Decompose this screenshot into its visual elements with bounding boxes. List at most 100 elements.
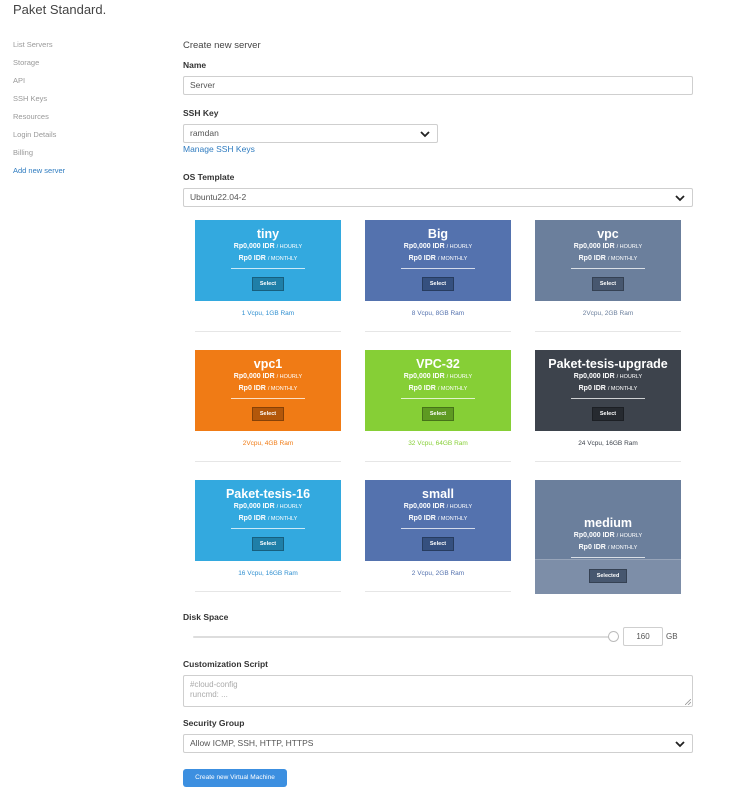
plan-selected-button[interactable]: Selected bbox=[588, 569, 628, 583]
plan-small[interactable]: small Rp0,000 IDR / HOURLY Rp0 IDR / MONTH… bbox=[365, 480, 511, 592]
plan-card[interactable]: vpc Rp0,000 IDR / HOURLY Rp0 IDR / MONTHLY… bbox=[535, 220, 681, 301]
sidebar-item-resources[interactable]: Resources bbox=[13, 112, 163, 130]
plan-spec: 2 Vcpu, 2GB Ram bbox=[411, 570, 465, 577]
name-input[interactable]: Server bbox=[183, 76, 693, 95]
price-divider bbox=[401, 528, 475, 529]
plan-card[interactable]: Paket-tesis-16 Rp0,000 IDR / HOURLY Rp0 ID… bbox=[195, 480, 341, 561]
sidebar-item-api[interactable]: API bbox=[13, 76, 163, 94]
custom-script-label: Customization Script bbox=[183, 659, 269, 669]
plan-hourly-price: Rp0,000 IDR / HOURLY bbox=[365, 241, 511, 253]
plan-select-button[interactable]: Select bbox=[421, 537, 455, 551]
sidebar-item-add-new-server[interactable]: Add new server bbox=[13, 166, 163, 184]
plan-separator bbox=[535, 331, 681, 332]
hourly-price-value: Rp0,000 IDR bbox=[573, 532, 615, 539]
disk-space-label: Disk Space bbox=[183, 612, 229, 622]
resize-grip-icon[interactable] bbox=[685, 699, 691, 705]
plan-hourly-price: Rp0,000 IDR / HOURLY bbox=[535, 530, 681, 542]
disk-space-slider-track[interactable] bbox=[193, 636, 613, 638]
plan-paket-tesis-upgrade[interactable]: Paket-tesis-upgrade Rp0,000 IDR / HOURLY R… bbox=[535, 350, 681, 462]
monthly-unit: / MONTHLY bbox=[607, 545, 638, 551]
plan-monthly-price: Rp0 IDR / MONTHLY bbox=[195, 513, 341, 525]
manage-ssh-keys-link[interactable]: Manage SSH Keys bbox=[183, 144, 255, 154]
plan-select-button[interactable]: Select bbox=[591, 407, 625, 421]
plan-paket-tesis-16[interactable]: Paket-tesis-16 Rp0,000 IDR / HOURLY Rp0 ID… bbox=[195, 480, 341, 592]
plan-separator bbox=[365, 331, 511, 332]
plan-big[interactable]: Big Rp0,000 IDR / HOURLY Rp0 IDR / MONTHLY… bbox=[365, 220, 511, 332]
plan-select-button[interactable]: Select bbox=[251, 277, 285, 291]
plan-select-button[interactable]: Select bbox=[421, 277, 455, 291]
hourly-unit: / HOURLY bbox=[446, 374, 473, 380]
monthly-unit: / MONTHLY bbox=[437, 386, 468, 392]
plan-vpc-32[interactable]: VPC-32 Rp0,000 IDR / HOURLY Rp0 IDR / MONT… bbox=[365, 350, 511, 462]
sidebar-item-billing[interactable]: Billing bbox=[13, 148, 163, 166]
price-divider bbox=[231, 268, 305, 269]
monthly-unit: / MONTHLY bbox=[607, 256, 638, 262]
hourly-unit: / HOURLY bbox=[446, 504, 473, 510]
plan-separator bbox=[535, 461, 681, 462]
plan-select-button[interactable]: Select bbox=[251, 537, 285, 551]
plan-hourly-price: Rp0,000 IDR / HOURLY bbox=[365, 371, 511, 383]
plan-card[interactable]: VPC-32 Rp0,000 IDR / HOURLY Rp0 IDR / MONT… bbox=[365, 350, 511, 431]
monthly-price-value: Rp0 IDR bbox=[238, 385, 266, 392]
price-divider bbox=[231, 398, 305, 399]
plan-tiny[interactable]: tiny Rp0,000 IDR / HOURLY Rp0 IDR / MONTHL… bbox=[195, 220, 341, 332]
plan-hourly-price: Rp0,000 IDR / HOURLY bbox=[195, 371, 341, 383]
plan-separator bbox=[365, 591, 511, 592]
sidebar-item-list-servers[interactable]: List Servers bbox=[13, 40, 163, 58]
monthly-price-value: Rp0 IDR bbox=[578, 385, 606, 392]
plan-vpc1[interactable]: vpc1 Rp0,000 IDR / HOURLY Rp0 IDR / MONTHL… bbox=[195, 350, 341, 462]
plan-name: Big bbox=[427, 227, 449, 241]
sidebar-item-ssh-keys[interactable]: SSH Keys bbox=[13, 94, 163, 112]
price-divider bbox=[401, 398, 475, 399]
monthly-price-value: Rp0 IDR bbox=[408, 255, 436, 262]
hourly-unit: / HOURLY bbox=[276, 504, 303, 510]
plan-select-button[interactable]: Select bbox=[591, 277, 625, 291]
hourly-price-value: Rp0,000 IDR bbox=[403, 503, 445, 510]
plan-spec: 24 Vcpu, 16GB Ram bbox=[578, 440, 638, 447]
create-vm-button[interactable]: Create new Virtual Machine bbox=[183, 769, 287, 787]
custom-script-textarea[interactable]: #cloud-config runcmd: ... bbox=[183, 675, 693, 707]
custom-script-placeholder-2: runcmd: ... bbox=[190, 690, 228, 699]
plan-spec: 32 Vcpu, 64GB Ram bbox=[408, 440, 468, 447]
sidebar-nav: List Servers Storage API SSH Keys Resour… bbox=[13, 40, 163, 184]
plan-separator bbox=[365, 461, 511, 462]
hourly-price-value: Rp0,000 IDR bbox=[233, 503, 275, 510]
app-title: Paket Standard. bbox=[13, 2, 107, 17]
plan-card[interactable]: vpc1 Rp0,000 IDR / HOURLY Rp0 IDR / MONTHL… bbox=[195, 350, 341, 431]
plan-vpc[interactable]: vpc Rp0,000 IDR / HOURLY Rp0 IDR / MONTHLY… bbox=[535, 220, 681, 332]
plan-hourly-price: Rp0,000 IDR / HOURLY bbox=[535, 371, 681, 383]
security-group-select[interactable]: Allow ICMP, SSH, HTTP, HTTPS bbox=[183, 734, 693, 753]
sidebar-item-storage[interactable]: Storage bbox=[13, 58, 163, 76]
plan-hourly-price: Rp0,000 IDR / HOURLY bbox=[195, 501, 341, 513]
plan-select-button[interactable]: Select bbox=[251, 407, 285, 421]
os-template-select[interactable]: Ubuntu22.04-2 bbox=[183, 188, 693, 207]
monthly-price-value: Rp0 IDR bbox=[408, 385, 436, 392]
plan-card[interactable]: Paket-tesis-upgrade Rp0,000 IDR / HOURLY R… bbox=[535, 350, 681, 431]
plan-spec: 2Vcpu, 2GB Ram bbox=[582, 310, 634, 317]
plan-card[interactable]: tiny Rp0,000 IDR / HOURLY Rp0 IDR / MONTHL… bbox=[195, 220, 341, 301]
plan-monthly-price: Rp0 IDR / MONTHLY bbox=[365, 513, 511, 525]
plan-hourly-price: Rp0,000 IDR / HOURLY bbox=[195, 241, 341, 253]
plan-card[interactable]: Big Rp0,000 IDR / HOURLY Rp0 IDR / MONTHLY… bbox=[365, 220, 511, 301]
monthly-unit: / MONTHLY bbox=[267, 256, 298, 262]
hourly-unit: / HOURLY bbox=[616, 244, 643, 250]
plan-card[interactable]: small Rp0,000 IDR / HOURLY Rp0 IDR / MONTH… bbox=[365, 480, 511, 561]
plan-medium[interactable]: medium Rp0,000 IDR / HOURLY Rp0 IDR / MONT… bbox=[535, 480, 681, 594]
plan-card[interactable]: medium Rp0,000 IDR / HOURLY Rp0 IDR / MONT… bbox=[535, 480, 681, 594]
hourly-price-value: Rp0,000 IDR bbox=[403, 243, 445, 250]
monthly-unit: / MONTHLY bbox=[267, 516, 298, 522]
monthly-unit: / MONTHLY bbox=[267, 386, 298, 392]
hourly-price-value: Rp0,000 IDR bbox=[573, 243, 615, 250]
hourly-unit: / HOURLY bbox=[276, 244, 303, 250]
price-divider bbox=[571, 557, 645, 558]
monthly-price-value: Rp0 IDR bbox=[578, 544, 606, 551]
monthly-unit: / MONTHLY bbox=[437, 256, 468, 262]
selected-overlay: Selected bbox=[535, 559, 681, 594]
sidebar-item-login-details[interactable]: Login Details bbox=[13, 130, 163, 148]
plan-spec: 2Vcpu, 4GB Ram bbox=[242, 440, 294, 447]
ssh-key-select[interactable]: ramdan bbox=[183, 124, 438, 143]
price-divider bbox=[401, 268, 475, 269]
disk-space-input[interactable]: 160 bbox=[623, 627, 663, 646]
disk-space-slider-thumb[interactable] bbox=[608, 631, 619, 642]
plan-select-button[interactable]: Select bbox=[421, 407, 455, 421]
